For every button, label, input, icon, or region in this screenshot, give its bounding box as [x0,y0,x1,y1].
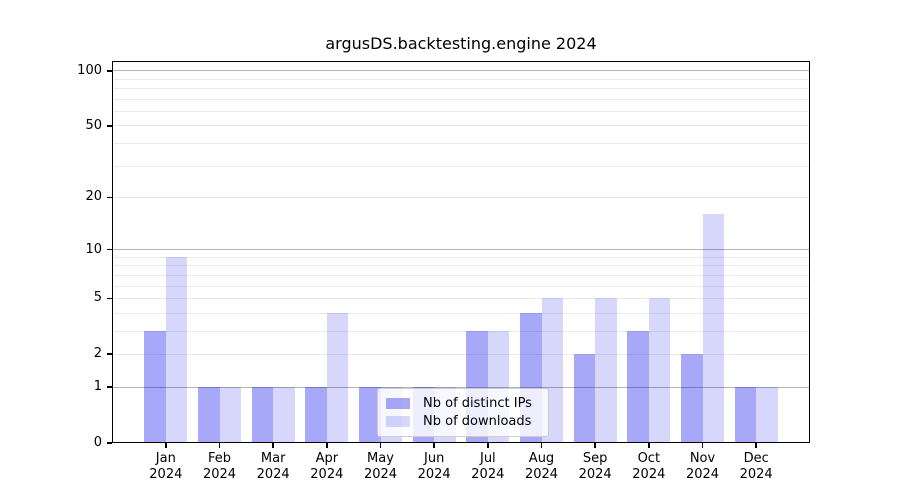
x-tick-month: Dec [721,451,791,467]
legend: Nb of distinct IPs Nb of downloads [377,388,549,437]
bar-nb-of-downloads-dec [756,387,778,443]
gridline-minor-80 [112,88,810,89]
gridline-minor-20 [112,197,810,198]
x-tick-apr [326,443,328,448]
x-tick-jun [433,443,435,448]
x-tick-mar [272,443,274,448]
chart-title: argusDS.backtesting.engine 2024 [112,34,810,53]
gridline-minor-70 [112,99,810,100]
gridline-minor-60 [112,111,810,112]
gridline-minor-90 [112,79,810,80]
bar-nb-of-downloads-oct [649,298,671,443]
y-tick-label-0: 0 [38,435,102,451]
gridline-minor-40 [112,143,810,144]
figure: argusDS.backtesting.engine 2024 0 1 2 5 10 20… [0,0,900,500]
x-tick-jul [487,443,489,448]
bar-nb-of-distinct-ips-sep [574,354,596,443]
bar-nb-of-downloads-nov [703,214,725,443]
bar-nb-of-downloads-sep [595,298,617,443]
y-tick-label-20: 20 [38,189,102,205]
gridline-minor-30 [112,166,810,167]
bar-nb-of-distinct-ips-dec [735,387,757,443]
bar-nb-of-distinct-ips-jan [144,331,166,443]
bar-nb-of-downloads-mar [273,387,295,443]
legend-patch-downloads [386,416,410,427]
x-tick-aug [541,443,543,448]
bar-nb-of-distinct-ips-oct [627,331,649,443]
x-tick-year: 2024 [721,467,791,483]
y-tick-label-100: 100 [38,63,102,79]
bar-nb-of-distinct-ips-nov [681,354,703,443]
gridline-major-100 [112,70,810,71]
bar-nb-of-distinct-ips-mar [252,387,274,443]
y-tick-label-50: 50 [38,118,102,134]
y-tick-label-1: 1 [38,379,102,395]
plot-area [112,61,810,443]
x-tick-oct [648,443,650,448]
y-tick-0 [107,442,112,444]
x-tick-jan [165,443,167,448]
bar-nb-of-downloads-jan [166,257,188,443]
legend-label-distinct-ips: Nb of distinct IPs [423,396,532,411]
legend-item-distinct-ips: Nb of distinct IPs [386,396,540,411]
x-tick-feb [219,443,221,448]
x-tick-may [380,443,382,448]
y-tick-label-5: 5 [38,290,102,306]
legend-patch-distinct-ips [386,398,410,409]
bar-nb-of-downloads-feb [220,387,242,443]
x-tick-dec [755,443,757,448]
gridline-minor-50 [112,125,810,126]
y-tick-label-2: 2 [38,346,102,362]
legend-item-downloads: Nb of downloads [386,414,540,429]
y-tick-label-10: 10 [38,242,102,258]
x-tick-label-dec: Dec2024 [721,451,791,483]
legend-label-downloads: Nb of downloads [423,414,531,429]
bar-nb-of-downloads-apr [327,313,349,443]
x-tick-nov [702,443,704,448]
x-tick-sep [594,443,596,448]
bar-nb-of-distinct-ips-apr [305,387,327,443]
bar-nb-of-distinct-ips-feb [198,387,220,443]
